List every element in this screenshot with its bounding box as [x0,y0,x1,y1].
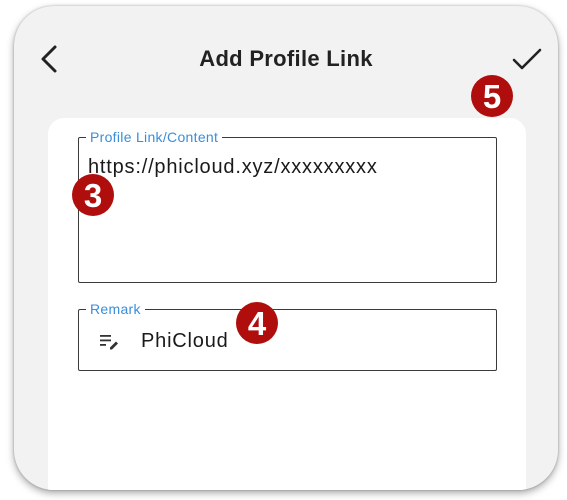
phone-screen: Add Profile Link Profile Link/Content ht… [14,6,558,490]
step-marker-5: 5 [471,75,513,117]
remark-label: Remark [86,300,145,318]
step-marker-3: 3 [72,174,114,216]
profile-link-field[interactable]: Profile Link/Content https://phicloud.xy… [78,128,497,283]
form-card: Profile Link/Content https://phicloud.xy… [48,118,526,490]
profile-link-input[interactable]: https://phicloud.xyz/xxxxxxxxx [88,156,378,179]
confirm-button[interactable] [510,44,544,74]
edit-note-icon [100,335,118,350]
remark-input[interactable]: PhiCloud [141,330,229,353]
step-marker-4: 4 [236,302,278,344]
page-title: Add Profile Link [199,46,373,71]
check-icon [512,48,542,70]
remark-field[interactable]: Remark PhiCloud [78,300,497,371]
profile-link-label: Profile Link/Content [86,128,223,146]
